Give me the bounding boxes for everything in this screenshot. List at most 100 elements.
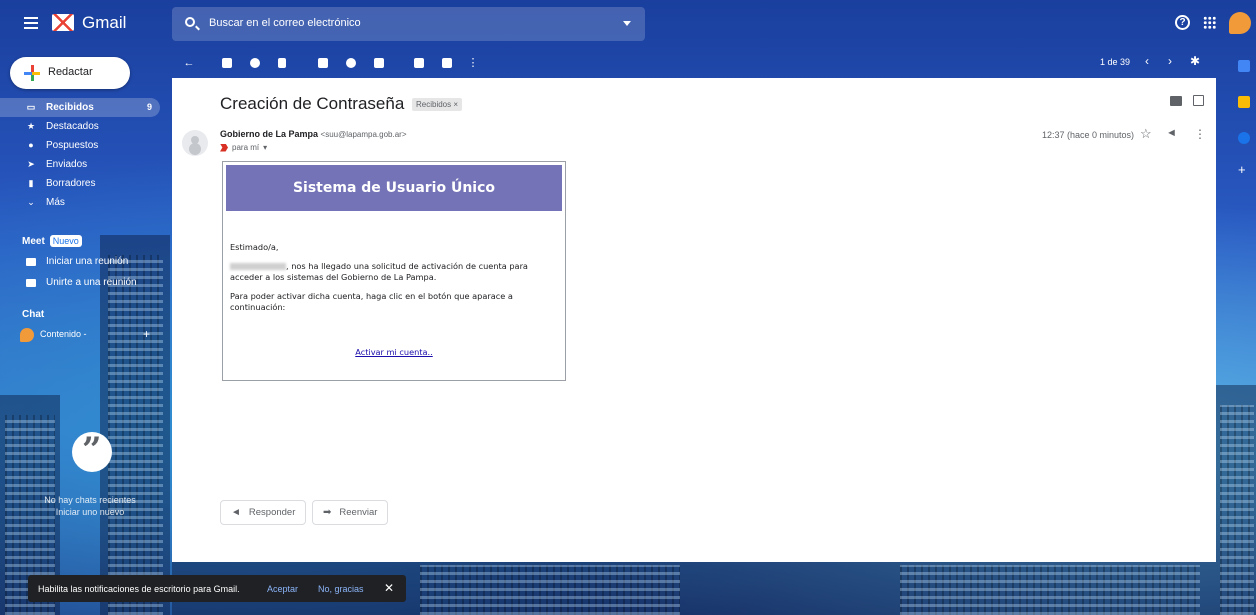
sidebar-item-drafts[interactable]: ▮ Borradores — [0, 174, 160, 193]
search-options-icon[interactable] — [623, 21, 631, 26]
reply-icon[interactable]: ◄ — [1166, 127, 1177, 139]
delete-icon[interactable] — [278, 58, 286, 68]
label-icon[interactable] — [442, 58, 452, 68]
draft-icon: ▮ — [28, 178, 34, 188]
report-spam-icon[interactable] — [250, 58, 260, 68]
start-meeting-item[interactable]: Iniciar una reunión — [0, 253, 160, 272]
instruction-paragraph: Para poder activar dicha cuenta, haga cl… — [230, 290, 513, 313]
new-badge: Nuevo — [49, 235, 82, 247]
decline-notifications-button[interactable]: No, gracias — [318, 584, 364, 594]
sidebar-item-snoozed[interactable]: ● Pospuestos — [0, 136, 160, 155]
sidebar-item-label: Enviados — [46, 159, 88, 170]
keyboard-icon — [26, 279, 36, 287]
add-task-icon[interactable] — [374, 58, 384, 68]
mark-unread-icon[interactable] — [318, 58, 328, 68]
open-new-window-icon[interactable] — [1193, 95, 1204, 106]
top-bar: Gmail Buscar en el correo electrónico ? — [0, 0, 1256, 50]
notification-snackbar: Habilita las notificaciones de escritori… — [28, 575, 406, 602]
sidebar-item-label: Pospuestos — [46, 140, 99, 151]
compose-label: Redactar — [48, 66, 93, 78]
recipient-text: para mí — [232, 143, 260, 152]
plus-icon — [24, 65, 40, 81]
more-options-icon[interactable]: ⋮ — [1194, 127, 1206, 141]
close-icon[interactable]: ✕ — [384, 581, 394, 595]
email-body: Estimado/a, , nos ha llegado una solicit… — [230, 242, 560, 321]
greeting-text: Estimado/a, — [230, 242, 279, 252]
hangouts-icon — [72, 430, 112, 472]
message-view: Creación de Contraseña Recibidos × Gobie… — [172, 78, 1216, 562]
sidebar-item-label: Borradores — [46, 178, 96, 189]
meet-label: Meet — [22, 235, 45, 247]
avatar — [20, 328, 34, 342]
redacted-name — [230, 262, 286, 270]
sender-avatar — [182, 130, 208, 156]
app-name[interactable]: Gmail — [82, 13, 126, 33]
snooze-icon[interactable] — [346, 58, 356, 68]
message-toolbar: ← ⋮ — [172, 50, 1216, 78]
recipient-details-icon[interactable]: ▾ — [263, 143, 267, 152]
join-meeting-label: Unirte a una reunión — [46, 277, 137, 288]
archive-icon[interactable] — [222, 58, 232, 68]
recipient-line[interactable]: para mí ▾ — [220, 143, 267, 152]
send-icon: ➤ — [27, 159, 35, 169]
unread-count: 9 — [146, 102, 152, 112]
print-icon[interactable] — [1170, 96, 1182, 106]
no-chats-text: No hay chats recientes — [44, 495, 136, 505]
previous-icon[interactable]: ‹ — [1145, 54, 1149, 68]
search-bar[interactable]: Buscar en el correo electrónico — [172, 7, 645, 41]
add-chat-button[interactable]: + — [143, 327, 150, 341]
chevron-down-icon: ⌄ — [27, 197, 35, 207]
sidebar-item-more[interactable]: ⌄ Más — [0, 193, 160, 212]
star-icon: ★ — [26, 121, 36, 131]
snackbar-message: Habilita las notificaciones de escritori… — [38, 584, 240, 594]
sender-name[interactable]: Gobierno de La Pampa — [220, 129, 318, 139]
sidebar-item-label: Destacados — [46, 121, 99, 132]
account-avatar[interactable] — [1229, 12, 1251, 34]
reply-label: Responder — [248, 507, 296, 518]
chat-heading: Chat — [22, 309, 45, 320]
pagination-text: 1 de 39 — [1100, 57, 1131, 67]
sidebar-item-starred[interactable]: ★ Destacados — [0, 117, 160, 136]
back-arrow-icon[interactable]: ← — [182, 56, 196, 70]
search-icon[interactable] — [185, 17, 195, 27]
apps-grid-icon[interactable] — [1203, 16, 1216, 29]
no-chats-message: No hay chats recientes Iniciar uno nuevo — [30, 494, 150, 518]
inbox-label-chip[interactable]: Recibidos × — [412, 98, 463, 111]
star-icon[interactable]: ☆ — [1140, 126, 1152, 142]
forward-button[interactable]: ➡ Reenviar — [312, 500, 389, 525]
message-time: 12:37 (hace 0 minutos) — [1042, 130, 1135, 140]
sidebar-nav: ▭ Recibidos 9 ★ Destacados ● Pospuestos … — [0, 98, 160, 212]
move-to-icon[interactable] — [414, 58, 424, 68]
start-meeting-label: Iniciar una reunión — [46, 256, 129, 267]
settings-gear-icon[interactable]: ✱ — [1190, 54, 1200, 68]
compose-button[interactable]: Redactar — [10, 57, 130, 89]
clock-icon: ● — [28, 140, 34, 150]
gmail-logo-icon[interactable] — [52, 14, 74, 31]
chat-user-label: Contenido - — [40, 329, 87, 339]
sidebar-item-sent[interactable]: ➤ Enviados — [0, 155, 160, 174]
help-icon[interactable]: ? — [1175, 15, 1190, 30]
add-addon-icon[interactable]: + — [1238, 163, 1250, 176]
calendar-icon[interactable] — [1238, 60, 1250, 72]
tasks-icon[interactable] — [1238, 132, 1250, 144]
reply-button[interactable]: ◄ Responder — [220, 500, 307, 525]
important-marker-icon[interactable] — [220, 143, 228, 152]
main-menu-icon[interactable] — [24, 17, 38, 29]
sidebar-item-label: Recibidos — [46, 102, 94, 113]
reply-arrow-icon: ◄ — [231, 507, 241, 518]
accept-notifications-button[interactable]: Aceptar — [267, 584, 298, 594]
activate-account-link[interactable]: Activar mi cuenta.. — [223, 347, 565, 357]
more-icon[interactable]: ⋮ — [466, 56, 480, 70]
request-paragraph: , nos ha llegado una solicitud de activa… — [230, 261, 560, 284]
search-input[interactable]: Buscar en el correo electrónico — [209, 17, 361, 29]
sender-email: <suu@lapampa.gob.ar> — [320, 130, 407, 139]
keep-icon[interactable] — [1238, 96, 1250, 108]
next-icon[interactable]: › — [1168, 54, 1172, 68]
chat-user-item[interactable]: Contenido - + — [10, 326, 150, 344]
email-header-title: Sistema de Usuario Único — [226, 165, 562, 211]
start-new-chat-link[interactable]: Iniciar uno nuevo — [30, 506, 150, 518]
sidebar-item-label: Más — [46, 197, 65, 208]
sidebar-item-inbox[interactable]: ▭ Recibidos 9 — [0, 98, 160, 117]
forward-arrow-icon: ➡ — [323, 507, 332, 518]
join-meeting-item[interactable]: Unirte a una reunión — [0, 274, 160, 293]
